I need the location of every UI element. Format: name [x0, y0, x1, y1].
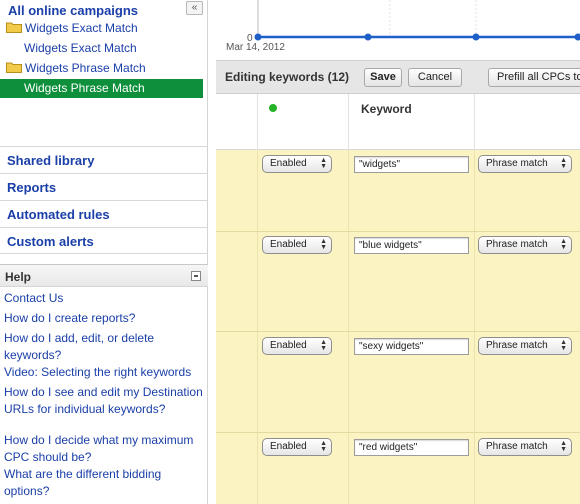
match-type-select[interactable]: Phrase match ▲ ▼ [478, 155, 572, 173]
status-select-value: Enabled [270, 441, 307, 452]
save-button[interactable]: Save [364, 68, 402, 87]
keywords-table-header: Keyword [216, 94, 580, 150]
folder-icon [6, 62, 22, 73]
column-divider [474, 232, 475, 331]
help-link-bidding-options[interactable]: What are the different bidding options? [4, 466, 204, 500]
select-arrows-icon: ▲ ▼ [320, 339, 327, 352]
keyword-input[interactable]: "blue widgets" [354, 237, 469, 254]
ad-group-item-widgets-phrase-selected[interactable]: Widgets Phrase Match [0, 79, 203, 98]
match-type-value: Phrase match [486, 340, 548, 351]
help-link-max-cpc[interactable]: How do I decide what my maximum CPC shou… [4, 432, 204, 466]
select-arrows-icon: ▲ ▼ [560, 157, 567, 170]
help-link-destination-urls[interactable]: How do I see and edit my Destination URL… [4, 384, 204, 418]
match-type-value: Phrase match [486, 239, 548, 250]
match-type-value: Phrase match [486, 441, 548, 452]
nav-label: Shared library [7, 153, 95, 168]
nav-reports[interactable]: Reports [0, 173, 208, 200]
prefill-cpcs-button[interactable]: Prefill all CPCs to [488, 68, 580, 87]
folder-icon [6, 22, 22, 33]
ad-group-label: Widgets Exact Match [24, 41, 137, 55]
editing-toolbar: Editing keywords (12) Save Cancel Prefil… [216, 60, 580, 94]
ad-group-label: Widgets Phrase Match [24, 81, 145, 95]
column-divider [348, 433, 349, 504]
ad-group-item-widgets-exact[interactable]: Widgets Exact Match [24, 39, 227, 58]
left-sidebar: All online campaigns « Widgets Exact Mat… [0, 0, 208, 504]
nav-shared-library[interactable]: Shared library [0, 146, 208, 173]
keyword-input[interactable]: "red widgets" [354, 439, 469, 456]
status-select-value: Enabled [270, 158, 307, 169]
chart-x-label: Mar 14, 2012 [226, 42, 285, 53]
keyword-input[interactable]: "widgets" [354, 156, 469, 173]
column-divider [257, 332, 258, 432]
select-arrows-icon: ▲ ▼ [320, 157, 327, 170]
campaign-item-widgets-exact[interactable]: Widgets Exact Match [6, 19, 209, 38]
status-select[interactable]: Enabled ▲ ▼ [262, 438, 332, 456]
column-divider [348, 94, 349, 150]
all-campaigns-link[interactable]: All online campaigns [8, 3, 138, 18]
status-select[interactable]: Enabled ▲ ▼ [262, 236, 332, 254]
status-select[interactable]: Enabled ▲ ▼ [262, 337, 332, 355]
select-arrows-icon: ▲ ▼ [560, 238, 567, 251]
performance-chart: 0 Mar 14, 2012 [216, 0, 580, 60]
column-divider [474, 150, 475, 231]
column-divider [474, 94, 475, 150]
status-header-dot-icon [269, 104, 277, 112]
collapse-sidebar-button[interactable]: « [186, 1, 203, 15]
nav-label: Automated rules [7, 207, 110, 222]
campaign-label: Widgets Exact Match [25, 21, 138, 35]
status-select-value: Enabled [270, 239, 307, 250]
column-divider [348, 232, 349, 331]
chart-point [472, 33, 480, 41]
nav-automated-rules[interactable]: Automated rules [0, 200, 208, 227]
help-link-edit-keywords[interactable]: How do I add, edit, or delete keywords? [4, 330, 204, 364]
help-header: Help [0, 265, 208, 287]
nav-label: Reports [7, 180, 57, 195]
column-divider [257, 433, 258, 504]
campaign-tree: All online campaigns « Widgets Exact Mat… [0, 0, 208, 104]
table-row: Enabled ▲ ▼ "sexy widgets" Phrase match ▲ ▼ [216, 332, 580, 433]
keyword-column-header[interactable]: Keyword [361, 102, 412, 116]
match-type-select[interactable]: Phrase match ▲ ▼ [478, 438, 572, 456]
chart-svg: 0 Mar 14, 2012 [226, 0, 580, 53]
column-divider [348, 150, 349, 231]
nav-label: Custom alerts [7, 234, 94, 249]
status-select-value: Enabled [270, 340, 307, 351]
column-divider [257, 232, 258, 331]
chart-point [364, 33, 372, 41]
select-arrows-icon: ▲ ▼ [320, 440, 327, 453]
column-divider [257, 150, 258, 231]
table-row: Enabled ▲ ▼ "widgets" Phrase match ▲ ▼ [216, 150, 580, 232]
help-panel: Help Contact Us How do I create reports?… [0, 264, 208, 504]
select-arrows-icon: ▲ ▼ [560, 440, 567, 453]
help-link-contact[interactable]: Contact Us [4, 290, 204, 307]
help-title: Help [5, 270, 32, 284]
table-row: Enabled ▲ ▼ "blue widgets" Phrase match ▲ ▼ [216, 232, 580, 332]
campaign-label: Widgets Phrase Match [25, 61, 146, 75]
match-type-select[interactable]: Phrase match ▲ ▼ [478, 337, 572, 355]
main-content: 0 Mar 14, 2012 Editing keywords (12) Sav… [216, 0, 580, 504]
status-select[interactable]: Enabled ▲ ▼ [262, 155, 332, 173]
chart-point [254, 33, 262, 41]
table-row: Enabled ▲ ▼ "red widgets" Phrase match ▲ ▼ [216, 433, 580, 504]
select-arrows-icon: ▲ ▼ [560, 339, 567, 352]
column-divider [474, 433, 475, 504]
keyword-input[interactable]: "sexy widgets" [354, 338, 469, 355]
column-divider [257, 94, 258, 150]
editing-title: Editing keywords (12) [225, 70, 350, 84]
column-divider [474, 332, 475, 432]
help-link-video-keywords[interactable]: Video: Selecting the right keywords [4, 364, 204, 381]
chart-point [574, 33, 580, 41]
cancel-button[interactable]: Cancel [408, 68, 462, 87]
collapse-help-icon[interactable] [191, 271, 201, 281]
match-type-value: Phrase match [486, 158, 548, 169]
campaign-item-widgets-phrase[interactable]: Widgets Phrase Match [6, 59, 209, 78]
column-divider [348, 332, 349, 432]
match-type-select[interactable]: Phrase match ▲ ▼ [478, 236, 572, 254]
help-link-create-reports[interactable]: How do I create reports? [4, 310, 204, 327]
nav-custom-alerts[interactable]: Custom alerts [0, 227, 208, 254]
select-arrows-icon: ▲ ▼ [320, 238, 327, 251]
